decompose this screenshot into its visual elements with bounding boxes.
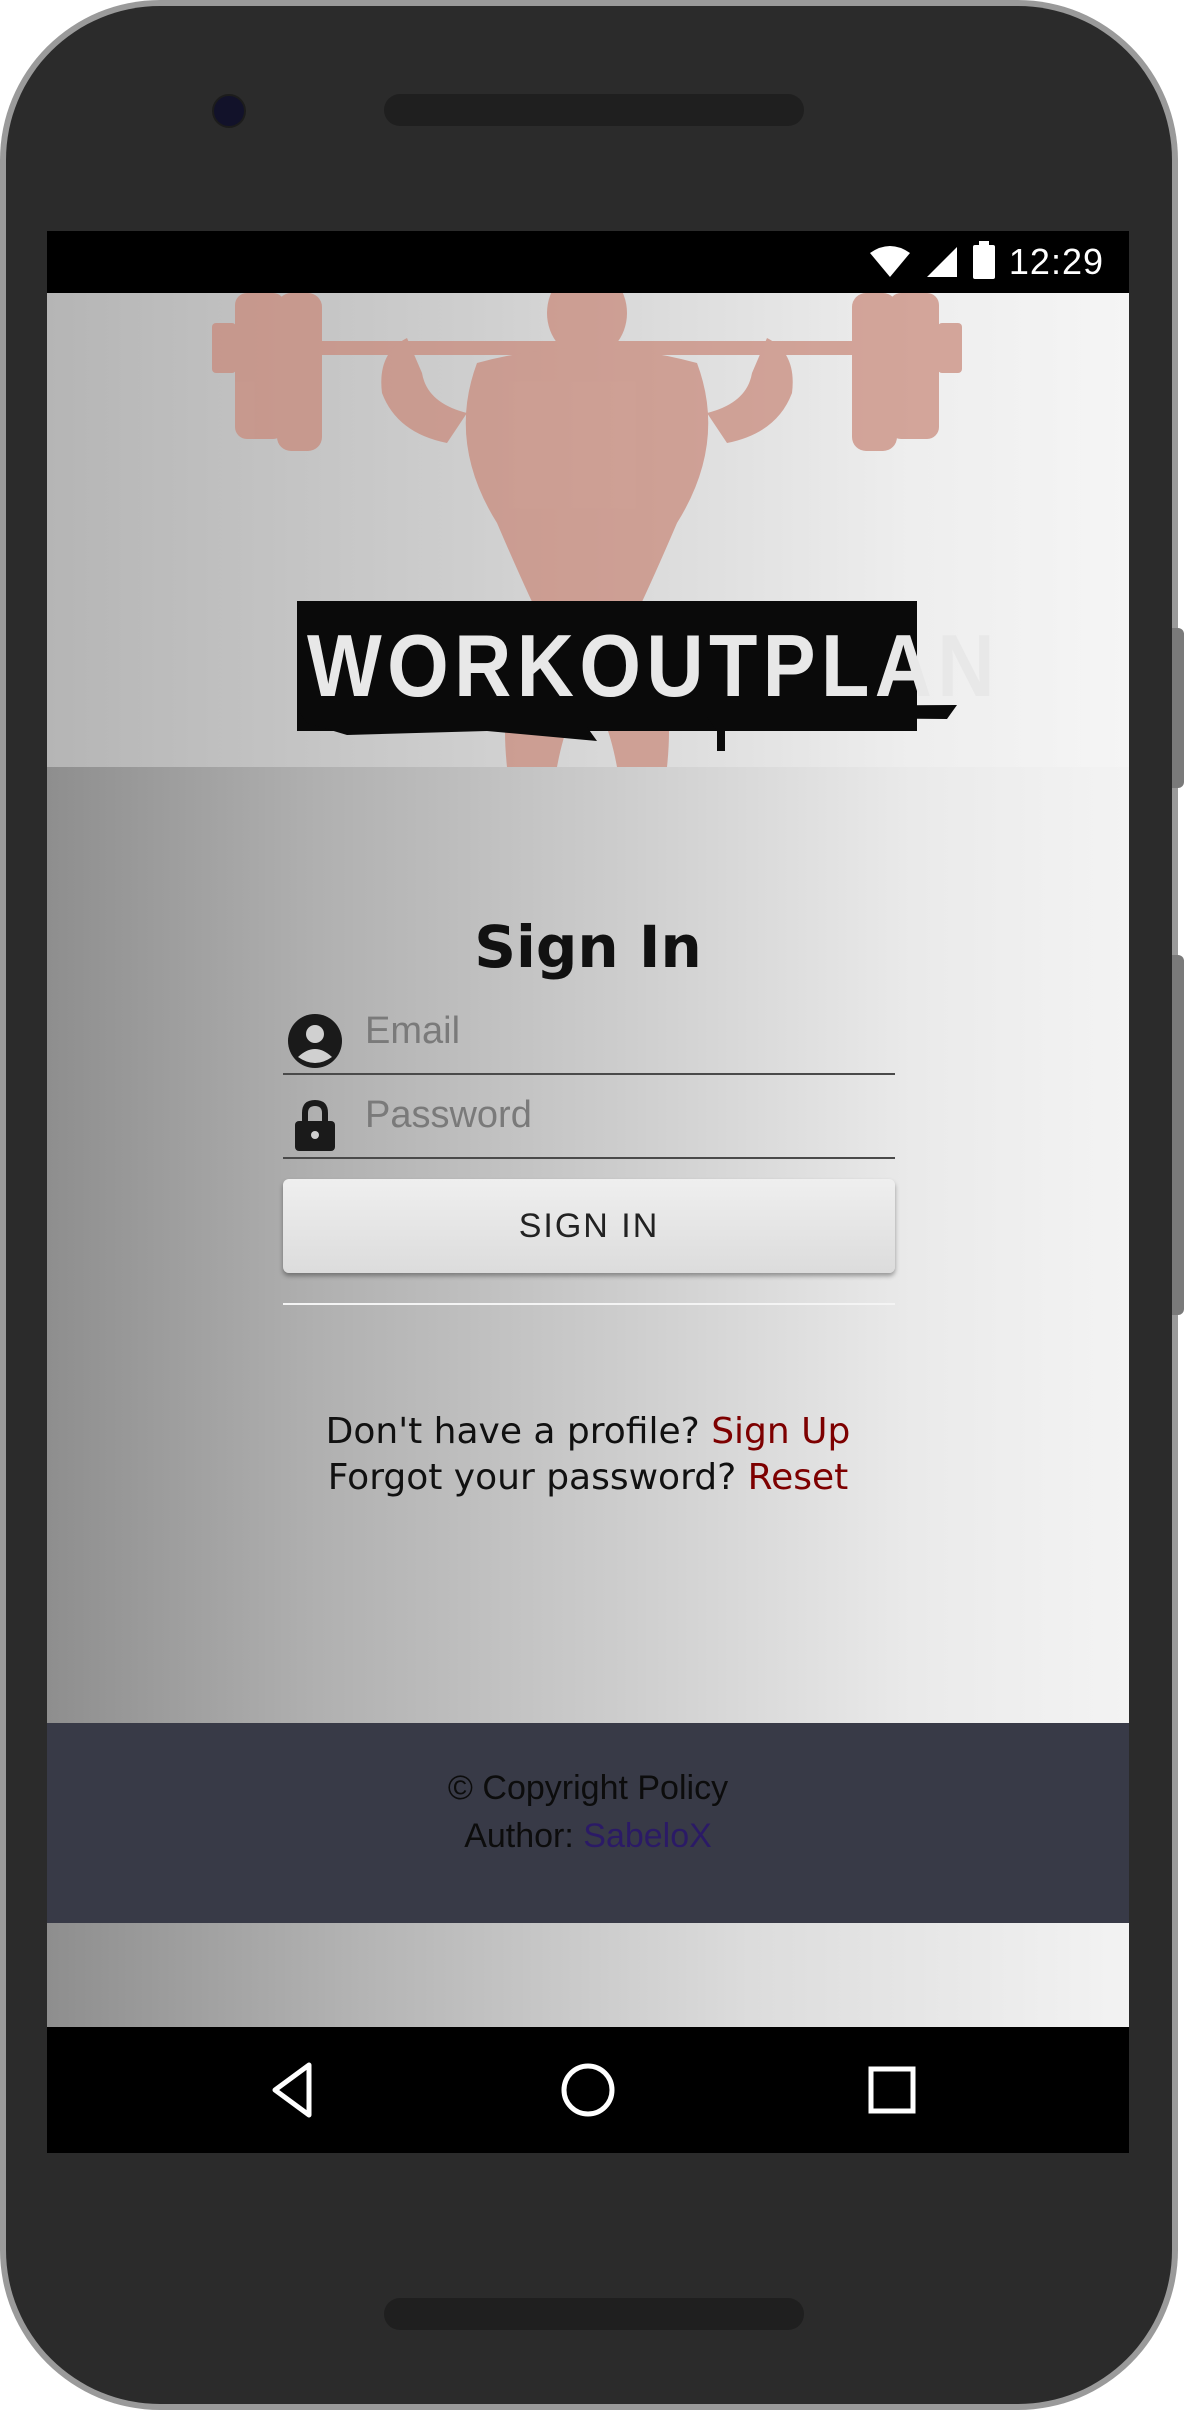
cell-signal-icon: [926, 247, 957, 277]
wifi-icon: [869, 246, 910, 277]
sign-up-link[interactable]: Sign Up: [711, 1411, 850, 1452]
sign-in-button[interactable]: SIGN IN: [283, 1179, 895, 1273]
footer: © Copyright Policy Author: SabeloX: [47, 1723, 1129, 1923]
reset-line: Forgot your password? Reset: [47, 1457, 1129, 1498]
navigation-bar: [47, 2027, 1129, 2153]
email-input[interactable]: [365, 1003, 885, 1059]
back-icon[interactable]: [259, 2055, 329, 2125]
reset-link[interactable]: Reset: [748, 1457, 849, 1498]
recents-icon[interactable]: [857, 2055, 927, 2125]
status-icons: 12:29: [869, 239, 1104, 285]
status-bar: 12:29: [47, 231, 1129, 293]
earpiece-speaker: [384, 94, 804, 126]
email-field: [283, 993, 895, 1075]
logo-text: WORKOUTPLAN: [307, 616, 1000, 715]
screen: 12:29 WORKOUTPLAN Sign In Email SIGN IN …: [47, 231, 1129, 2153]
power-button[interactable]: [1172, 628, 1184, 788]
signup-line: Don't have a profile? Sign Up: [47, 1411, 1129, 1452]
bottom-speaker: [384, 2298, 804, 2330]
home-icon[interactable]: [553, 2055, 623, 2125]
status-time: 12:29: [1008, 241, 1104, 282]
copyright-text: © Copyright Policy: [447, 1769, 729, 1807]
page-bottom-area: [47, 1923, 1129, 2027]
lock-icon: [295, 1100, 335, 1151]
author-prefix: Author:: [464, 1817, 574, 1855]
author-line: Author: SabeloX: [47, 1817, 1129, 1856]
form-divider: [283, 1303, 895, 1305]
reset-prompt: Forgot your password?: [327, 1457, 737, 1498]
account-circle-icon: [288, 1014, 342, 1068]
battery-icon: [972, 241, 995, 279]
front-camera: [212, 94, 246, 128]
author-link[interactable]: SabeloX: [583, 1817, 712, 1855]
volume-button[interactable]: [1172, 955, 1184, 1315]
app-logo: WORKOUTPLAN: [287, 591, 995, 751]
password-input[interactable]: [365, 1087, 885, 1143]
page-title: Sign In: [474, 913, 702, 981]
signin-section: Sign In SIGN IN Don't have a profile? Si…: [47, 767, 1129, 1723]
password-field: [283, 1077, 895, 1159]
signup-prompt: Don't have a profile?: [325, 1411, 700, 1452]
